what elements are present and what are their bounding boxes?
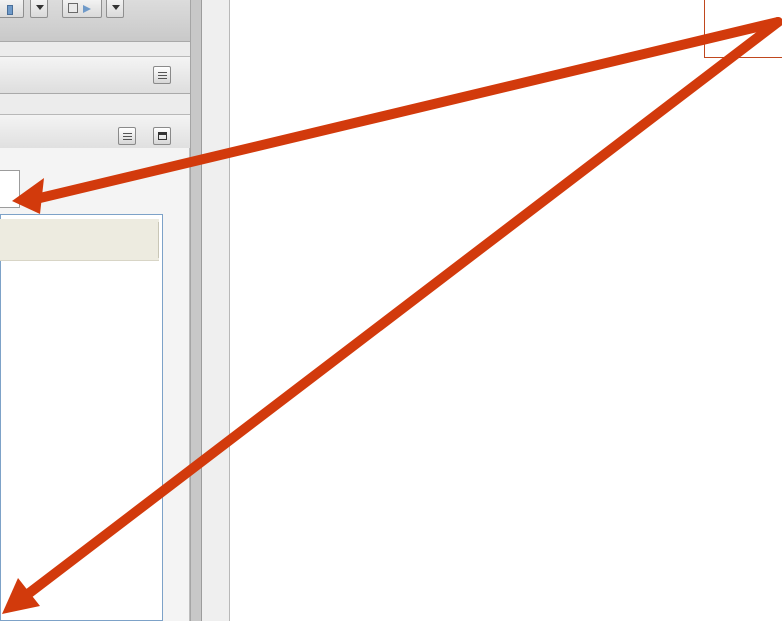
annotation-arrows [2,17,782,614]
arrow-to-tab [12,17,782,214]
